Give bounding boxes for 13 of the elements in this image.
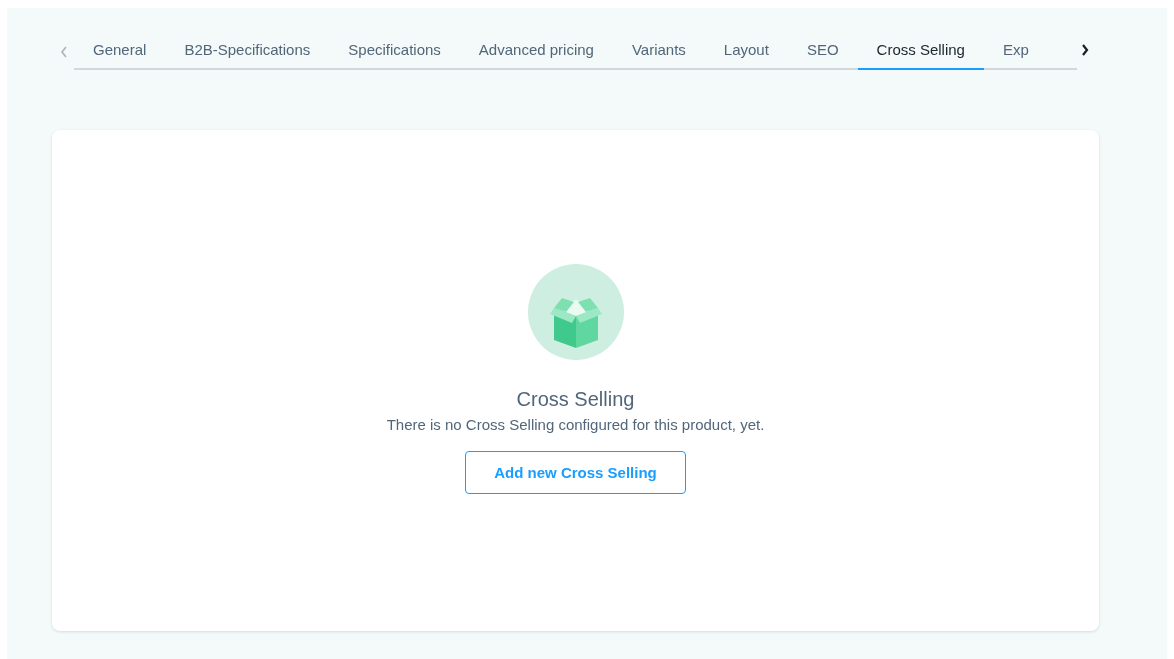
- tab[interactable]: Specifications: [329, 32, 460, 70]
- tab[interactable]: Layout: [704, 32, 788, 70]
- open-box-icon: [527, 264, 624, 360]
- tab[interactable]: Advanced pricing: [459, 32, 613, 70]
- tab[interactable]: Variants: [612, 32, 705, 70]
- tab[interactable]: B2B-Specifications: [165, 32, 330, 70]
- tab[interactable]: Exp: [983, 32, 1029, 70]
- empty-state-title: Cross Selling: [516, 388, 635, 411]
- tab[interactable]: SEO: [787, 32, 858, 70]
- chevron-right-icon[interactable]: [1081, 44, 1089, 56]
- tab[interactable]: Cross Selling: [857, 32, 984, 70]
- empty-state-message: There is no Cross Selling configured for this product, yet.: [386, 416, 765, 433]
- tab[interactable]: General: [74, 32, 166, 70]
